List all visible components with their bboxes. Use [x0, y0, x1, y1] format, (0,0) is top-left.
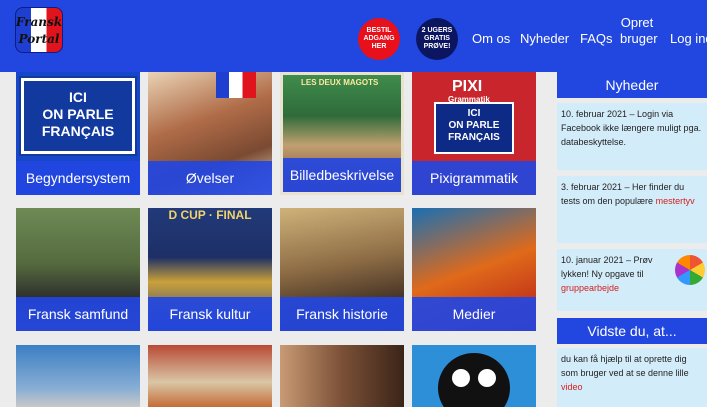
nav-create-user[interactable]: Opret bruger	[620, 15, 658, 47]
tile-label: Øvelser	[148, 161, 272, 195]
did-you-know-heading: Vidste du, at...	[557, 318, 707, 344]
tile-ovelser[interactable]: Øvelser	[148, 72, 272, 195]
tile-fransk-kultur[interactable]: D CUP · FINAL Fransk kultur	[148, 208, 272, 331]
top-navigation-bar: Fransk Portal BESTIL ADGANG HER 2 UGERS …	[0, 0, 707, 72]
nav-about[interactable]: Om os	[472, 31, 510, 46]
penguin-icon	[438, 353, 510, 407]
penguin-eye-right	[478, 369, 496, 387]
category-grid: ICI ON PARLE FRANÇAIS Begyndersystem Øve…	[0, 72, 545, 407]
sign-line1: ICI	[467, 108, 481, 119]
site-logo[interactable]: Fransk Portal	[15, 7, 63, 53]
tile-people[interactable]	[280, 345, 404, 407]
nav-create-user-line1: Opret	[620, 15, 654, 30]
sign-line1: ICI	[69, 89, 87, 105]
tile-begyndersystem[interactable]: ICI ON PARLE FRANÇAIS Begyndersystem	[16, 72, 140, 195]
tile-penguin[interactable]	[412, 345, 536, 407]
tile-label: Pixigrammatik	[412, 161, 536, 195]
free-trial-badge[interactable]: 2 UGERS GRATIS PRØVE!	[416, 18, 458, 60]
sign-line3: FRANÇAIS	[41, 123, 115, 139]
news-item: 3. februar 2021 – Her finder du tests om…	[557, 176, 707, 243]
cafe-sign-text: LES DEUX MAGOTS	[301, 78, 379, 87]
pixi-title: PIXI	[452, 78, 483, 95]
news-link[interactable]: mestertyv	[656, 196, 695, 206]
did-you-know-item: du kan få hjælp til at oprette dig som b…	[557, 348, 707, 407]
logo-line1: Fransk	[15, 15, 63, 29]
tile-label: Medier	[412, 297, 536, 331]
french-flag-image	[216, 72, 256, 98]
sidebar: Nyheder 10. februar 2021 – Login via Fac…	[557, 72, 707, 407]
tile-graduation[interactable]	[16, 345, 140, 407]
tile-label: Fransk samfund	[16, 297, 140, 331]
tile-medier[interactable]: Medier	[412, 208, 536, 331]
nav-create-user-line2: bruger	[620, 31, 658, 46]
news-heading: Nyheder	[557, 72, 707, 98]
street-sign-image: ICI ON PARLE FRANÇAIS	[21, 78, 135, 154]
world-cup-banner: D CUP · FINAL	[168, 208, 252, 222]
news-link[interactable]: gruppearbejde	[561, 283, 619, 293]
sign-line3: FRANÇAIS	[448, 132, 500, 143]
news-text: 10. januar 2021 – Prøv lykken! Ny opgave…	[561, 255, 653, 279]
tile-label: Fransk kultur	[148, 297, 272, 331]
did-you-know-text: du kan få hjælp til at oprette dig som b…	[561, 354, 689, 378]
nav-news[interactable]: Nyheder	[520, 31, 569, 46]
news-text: 10. februar 2021 – Login via Facebook ik…	[561, 109, 702, 147]
sign-line2: ON PARLE	[42, 106, 114, 122]
sign-line2: ON PARLE	[448, 120, 500, 131]
tile-fransk-historie[interactable]: Fransk historie	[280, 208, 404, 331]
order-access-badge[interactable]: BESTIL ADGANG HER	[358, 18, 400, 60]
tile-billedbeskrivelse[interactable]: LES DEUX MAGOTS Billedbeskrivelse	[280, 72, 404, 195]
logo-line2: Portal	[18, 32, 60, 46]
tile-food[interactable]	[148, 345, 272, 407]
tile-pixigrammatik[interactable]: PIXI Grammatik ICI ON PARLE FRANÇAIS Pix…	[412, 72, 536, 195]
book-sign-image: ICI ON PARLE FRANÇAIS	[434, 102, 514, 154]
nav-faqs[interactable]: FAQs	[580, 31, 613, 46]
video-link[interactable]: video	[561, 382, 583, 392]
prize-wheel-icon	[675, 255, 705, 285]
penguin-eye-left	[452, 369, 470, 387]
nav-login[interactable]: Log ind	[670, 31, 707, 46]
tile-label: Billedbeskrivelse	[283, 158, 401, 192]
tile-label: Fransk historie	[280, 297, 404, 331]
tile-fransk-samfund[interactable]: Fransk samfund	[16, 208, 140, 331]
tile-label: Begyndersystem	[16, 161, 140, 195]
news-item: 10. februar 2021 – Login via Facebook ik…	[557, 103, 707, 170]
news-item: 10. januar 2021 – Prøv lykken! Ny opgave…	[557, 249, 707, 311]
